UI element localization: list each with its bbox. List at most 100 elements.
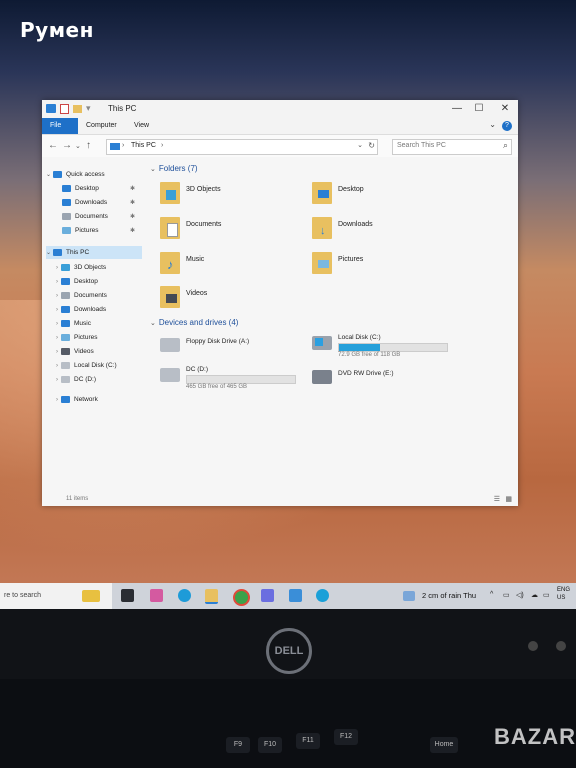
breadcrumb-chevron-icon[interactable]: › bbox=[161, 142, 163, 149]
search-box[interactable]: Search This PC ⌕ bbox=[392, 139, 512, 155]
folder-videos[interactable]: Videos bbox=[160, 286, 310, 316]
drive-dc-d[interactable]: DC (D:) 465 GB free of 465 GB bbox=[160, 366, 310, 394]
sidebar-item-quick-access[interactable]: ⌄ Quick access bbox=[46, 168, 105, 181]
folder-name: Pictures bbox=[338, 256, 364, 263]
title-bar[interactable]: ▾ This PC — ☐ ✕ bbox=[42, 100, 518, 118]
this-pc-icon bbox=[46, 104, 56, 113]
app-icon[interactable] bbox=[289, 589, 302, 602]
folder-desktop[interactable]: Desktop bbox=[312, 182, 462, 212]
watermark: BAZAR bbox=[494, 724, 576, 749]
keyboard-key: F11 bbox=[296, 733, 320, 749]
folder-name: Documents bbox=[186, 221, 222, 228]
up-arrow-icon[interactable]: ↑ bbox=[86, 140, 91, 151]
collapse-chevron-icon[interactable]: ⌄ bbox=[46, 172, 51, 178]
sidebar-item-pictures[interactable]: Pictures bbox=[62, 224, 98, 237]
details-view-icon[interactable]: ☰ bbox=[494, 495, 500, 503]
3d-objects-icon bbox=[61, 263, 70, 271]
search-input[interactable]: Search This PC bbox=[397, 142, 446, 149]
this-pc-icon bbox=[53, 248, 63, 256]
address-dropdown-icon[interactable]: ⌄ bbox=[357, 141, 363, 149]
collapse-chevron-icon[interactable]: ⌄ bbox=[46, 250, 51, 256]
help-button[interactable]: ? bbox=[502, 121, 512, 131]
desktop-icon bbox=[61, 277, 70, 285]
sidebar-item-desktop[interactable]: Desktop bbox=[62, 182, 99, 195]
star-icon bbox=[53, 170, 63, 178]
videos-icon bbox=[61, 347, 70, 355]
edge-icon[interactable] bbox=[178, 589, 191, 602]
drive-name: Local Disk (C:) bbox=[338, 334, 381, 341]
sidebar-item-desktop-pc[interactable]: › Desktop bbox=[56, 275, 98, 288]
recent-locations-icon[interactable]: ⌄ bbox=[75, 142, 81, 150]
taskbar-search-box[interactable]: re to search bbox=[0, 583, 112, 609]
browser-icon[interactable] bbox=[316, 589, 329, 602]
folder-pictures[interactable]: Pictures bbox=[312, 252, 462, 282]
status-bar: 11 items ☰ ▦ bbox=[42, 494, 518, 506]
sidebar-label: Desktop bbox=[74, 278, 98, 285]
sidebar-label: Pictures bbox=[75, 227, 99, 234]
tray-chevron-icon[interactable]: ^ bbox=[490, 591, 493, 598]
address-bar[interactable]: › This PC › ⌄ ↻ bbox=[106, 139, 378, 155]
quick-toolbar-chevron-icon[interactable]: ▾ bbox=[86, 103, 91, 114]
sidebar-item-videos[interactable]: › Videos bbox=[56, 345, 94, 358]
folder-documents[interactable]: Documents bbox=[160, 217, 310, 247]
drive-floppy-a[interactable]: Floppy Disk Drive (A:) bbox=[160, 336, 310, 364]
section-label: Folders (7) bbox=[158, 164, 198, 173]
sidebar-item-this-pc[interactable]: ⌄ This PC bbox=[46, 246, 142, 259]
sidebar-item-music[interactable]: › Music bbox=[56, 317, 91, 330]
collapse-chevron-icon[interactable]: ⌄ bbox=[150, 320, 156, 327]
new-folder-icon[interactable] bbox=[73, 104, 82, 113]
sidebar-item-local-disk-c[interactable]: › Local Disk (C:) bbox=[56, 359, 117, 372]
desk-area: F9 F10 F11 F12 Home bbox=[0, 679, 576, 768]
minimize-button[interactable]: — bbox=[448, 102, 466, 116]
volume-icon[interactable]: ◁) bbox=[516, 591, 524, 599]
weather-text[interactable]: 2 cm of rain Thu bbox=[422, 591, 476, 600]
refresh-icon[interactable]: ↻ bbox=[368, 141, 375, 150]
keyboard-key: F10 bbox=[258, 737, 282, 753]
forward-arrow-icon[interactable]: → bbox=[62, 140, 72, 151]
sidebar-item-dc-d[interactable]: › DC (D:) bbox=[56, 373, 96, 386]
drive-local-disk-c[interactable]: Local Disk (C:) 72.9 GB free of 118 GB bbox=[312, 334, 462, 362]
sidebar-item-3d-objects[interactable]: › 3D Objects bbox=[56, 261, 106, 274]
file-explorer-window[interactable]: ▾ This PC — ☐ ✕ File Computer View ⌄ ? ←… bbox=[42, 100, 518, 506]
tab-view[interactable]: View bbox=[126, 118, 157, 134]
documents-icon bbox=[61, 291, 70, 299]
address-text: This PC bbox=[131, 142, 156, 149]
properties-icon[interactable] bbox=[60, 103, 69, 114]
weather-icon[interactable] bbox=[403, 591, 415, 601]
tab-file[interactable]: File bbox=[42, 118, 78, 134]
chrome-icon[interactable] bbox=[233, 589, 250, 606]
large-icons-view-icon[interactable]: ▦ bbox=[505, 495, 512, 503]
back-arrow-icon[interactable]: ← bbox=[48, 140, 58, 151]
sidebar-item-documents[interactable]: Documents bbox=[62, 210, 108, 223]
windows-drive-icon bbox=[312, 336, 332, 350]
file-explorer-icon[interactable] bbox=[205, 589, 218, 604]
language-indicator[interactable]: ENG US bbox=[557, 586, 570, 602]
music-folder-icon: ♪ bbox=[160, 252, 180, 274]
sidebar-item-pictures-pc[interactable]: › Pictures bbox=[56, 331, 97, 344]
this-pc-icon bbox=[110, 143, 120, 150]
task-view-icon[interactable] bbox=[121, 589, 134, 602]
network-tray-icon[interactable]: ▭ bbox=[503, 591, 510, 599]
drive-dvd-e[interactable]: DVD RW Drive (E:) bbox=[312, 368, 462, 396]
sidebar-item-network[interactable]: › Network bbox=[56, 393, 98, 406]
notification-icon[interactable]: ▭ bbox=[543, 591, 550, 599]
maximize-button[interactable]: ☐ bbox=[470, 102, 488, 116]
sidebar-label: Music bbox=[74, 320, 91, 327]
devices-section-header[interactable]: ⌄ Devices and drives (4) bbox=[150, 318, 238, 327]
breadcrumb-separator-icon: › bbox=[122, 142, 125, 149]
folder-music[interactable]: ♪ Music bbox=[160, 252, 310, 282]
pictures-icon bbox=[62, 226, 71, 234]
tab-computer[interactable]: Computer bbox=[78, 118, 125, 134]
chat-icon[interactable] bbox=[150, 589, 163, 602]
folders-section-header[interactable]: ⌄ Folders (7) bbox=[150, 164, 198, 173]
store-icon[interactable] bbox=[261, 589, 274, 602]
folder-3d-objects[interactable]: 3D Objects bbox=[160, 182, 310, 212]
folder-downloads[interactable]: ↓ Downloads bbox=[312, 217, 462, 247]
sidebar-item-downloads-pc[interactable]: › Downloads bbox=[56, 303, 106, 316]
sidebar-item-downloads[interactable]: Downloads bbox=[62, 196, 107, 209]
sidebar-item-documents-pc[interactable]: › Documents bbox=[56, 289, 107, 302]
expand-ribbon-icon[interactable]: ⌄ bbox=[489, 120, 496, 129]
onedrive-icon[interactable]: ☁ bbox=[531, 591, 538, 599]
collapse-chevron-icon[interactable]: ⌄ bbox=[150, 166, 156, 173]
close-button[interactable]: ✕ bbox=[496, 102, 514, 116]
